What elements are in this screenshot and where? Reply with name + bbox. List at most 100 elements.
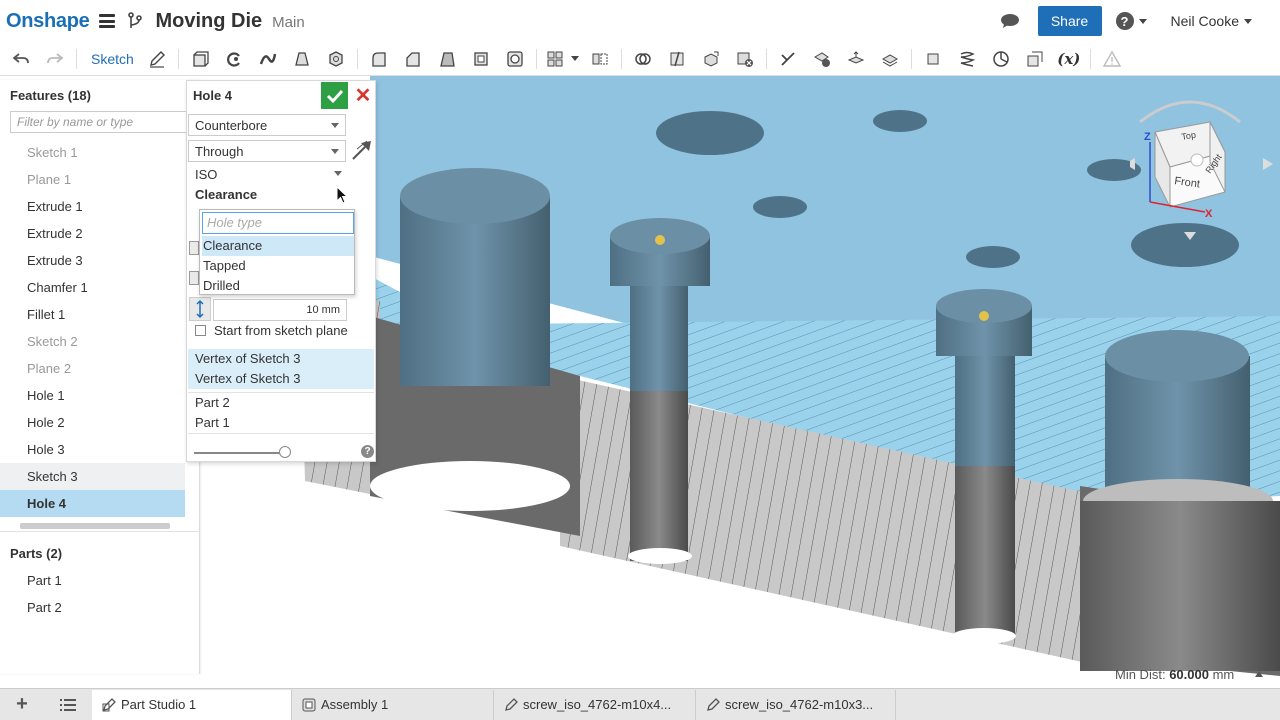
helix-button[interactable] — [950, 45, 984, 73]
modify-fillet-button[interactable] — [771, 45, 805, 73]
rotate-arrow-icon[interactable] — [1139, 100, 1241, 124]
feature-item[interactable]: Hole 1 — [0, 382, 185, 409]
onshape-logo[interactable]: Onshape — [6, 10, 90, 33]
menu-icon[interactable] — [99, 14, 116, 28]
help-menu[interactable]: ? — [1115, 12, 1147, 30]
feature-item[interactable]: Hole 3 — [0, 436, 185, 463]
counterbore-top[interactable] — [1105, 330, 1249, 382]
feature-item[interactable]: Extrude 1 — [0, 193, 185, 220]
feature-item[interactable]: Hole 2 — [0, 409, 185, 436]
transform-button[interactable] — [694, 45, 728, 73]
sketch-points-selection[interactable]: Vertex of Sketch 3 Vertex of Sketch 3 — [188, 349, 374, 389]
delete-face-button[interactable] — [805, 45, 839, 73]
replace-face-button[interactable] — [873, 45, 907, 73]
feature-item[interactable]: Hole 4 — [0, 490, 185, 517]
move-face-button[interactable] — [839, 45, 873, 73]
part-item[interactable]: Part 2 — [0, 594, 185, 621]
dialog-help-icon[interactable]: ? — [361, 445, 374, 458]
feature-filter-input[interactable]: Filter by name or type — [10, 111, 190, 133]
chevron-up-icon[interactable] — [1255, 671, 1263, 677]
accept-button[interactable] — [321, 82, 348, 109]
measure-button[interactable] — [1018, 45, 1052, 73]
user-menu[interactable]: Neil Cooke — [1171, 13, 1252, 29]
tab-assembly[interactable]: Assembly 1 — [292, 689, 494, 720]
preview-slider-track[interactable] — [194, 452, 290, 454]
tab-part[interactable]: screw_iso_4762-m10x3... — [696, 689, 896, 720]
tab-part-studio[interactable]: Part Studio 1 — [92, 689, 292, 720]
variable-button[interactable]: (x) — [1052, 45, 1086, 73]
mirror-button[interactable] — [583, 45, 617, 73]
rotate-down-icon[interactable] — [1184, 232, 1196, 240]
standard-value[interactable]: ISO — [195, 167, 217, 182]
plane-button[interactable] — [916, 45, 950, 73]
chevron-down-icon[interactable] — [334, 171, 342, 176]
selection-item[interactable]: Part 1 — [188, 413, 374, 433]
split-button[interactable] — [660, 45, 694, 73]
hole-bore[interactable] — [955, 356, 1015, 466]
selection-item[interactable]: Vertex of Sketch 3 — [188, 369, 374, 389]
feature-item[interactable]: Sketch 3 — [0, 463, 185, 490]
share-button[interactable]: Share — [1037, 6, 1102, 36]
hole-bore[interactable] — [630, 286, 688, 391]
tab-part[interactable]: screw_iso_4762-m10x4... — [494, 689, 696, 720]
hole-opening[interactable] — [966, 246, 1020, 268]
merge-scope-selection[interactable]: Part 2 Part 1 — [188, 392, 374, 434]
feature-item[interactable]: Extrude 3 — [0, 247, 185, 274]
counterbore-top[interactable] — [400, 168, 550, 224]
cancel-button[interactable]: ✕ — [353, 84, 373, 107]
selection-item[interactable]: Vertex of Sketch 3 — [188, 349, 374, 369]
revolve-button[interactable] — [217, 45, 251, 73]
sketch-pencil-button[interactable] — [140, 45, 174, 73]
depth-input[interactable]: 10 mm — [213, 299, 347, 321]
view-cube[interactable]: Front Right Top Z X — [1125, 92, 1280, 252]
redo-button[interactable] — [38, 45, 72, 73]
rotate-right-icon[interactable] — [1263, 158, 1273, 170]
feature-list-scrollbar[interactable] — [20, 523, 170, 529]
hole-type-value[interactable]: Clearance — [195, 187, 257, 202]
start-from-sketch-plane-row[interactable]: Start from sketch plane — [195, 323, 348, 338]
boolean-button[interactable] — [626, 45, 660, 73]
mate-connector-button[interactable] — [984, 45, 1018, 73]
feature-item[interactable]: Fillet 1 — [0, 301, 185, 328]
view-cube-graphic[interactable]: Front Right Top Z X — [1125, 92, 1280, 252]
version-graph-icon[interactable] — [127, 12, 143, 30]
rotate-left-icon[interactable] — [1125, 158, 1135, 170]
hole-opening[interactable] — [753, 196, 807, 218]
counterbore-wall[interactable] — [1080, 501, 1280, 671]
min-distance-readout[interactable]: Min Dist: 60.000 mm — [1115, 667, 1234, 682]
loft-button[interactable] — [285, 45, 319, 73]
hole-type-search-input[interactable]: Hole type — [202, 212, 354, 234]
warning-button[interactable] — [1095, 45, 1129, 73]
thicken-button[interactable] — [319, 45, 353, 73]
part-item[interactable]: Part 1 — [0, 567, 185, 594]
counterbore-wall[interactable] — [400, 196, 550, 386]
sketch-point[interactable] — [979, 311, 989, 321]
opposite-direction-icon[interactable] — [351, 139, 373, 161]
hole-opening[interactable] — [656, 111, 764, 155]
dropdown-option-clearance[interactable]: Clearance — [202, 236, 354, 256]
parts-header[interactable]: Parts (2) — [0, 531, 199, 567]
hole-opening[interactable] — [873, 110, 927, 132]
feature-item[interactable]: Sketch 2 — [0, 328, 185, 355]
extrude-button[interactable] — [183, 45, 217, 73]
termination-select[interactable]: Through — [188, 140, 346, 162]
feature-item[interactable]: Plane 2 — [0, 355, 185, 382]
preview-slider-handle[interactable] — [279, 446, 291, 458]
rib-button[interactable] — [464, 45, 498, 73]
feature-item[interactable]: Plane 1 — [0, 166, 185, 193]
pattern-button[interactable] — [541, 45, 569, 73]
features-header[interactable]: Features (18) — [0, 80, 199, 107]
document-title[interactable]: Moving Die — [155, 10, 262, 33]
draft-button[interactable] — [430, 45, 464, 73]
sketch-point[interactable] — [655, 235, 665, 245]
add-tab-button[interactable]: + — [0, 689, 44, 720]
delete-part-button[interactable] — [728, 45, 762, 73]
sweep-button[interactable] — [251, 45, 285, 73]
feature-item[interactable]: Sketch 1 — [0, 139, 185, 166]
sketch-button[interactable]: Sketch — [91, 51, 134, 67]
dropdown-option-tapped[interactable]: Tapped — [202, 256, 354, 276]
hole-button[interactable] — [498, 45, 532, 73]
selection-item[interactable]: Part 2 — [188, 393, 374, 413]
feature-item[interactable]: Chamfer 1 — [0, 274, 185, 301]
dropdown-option-drilled[interactable]: Drilled — [202, 276, 354, 294]
